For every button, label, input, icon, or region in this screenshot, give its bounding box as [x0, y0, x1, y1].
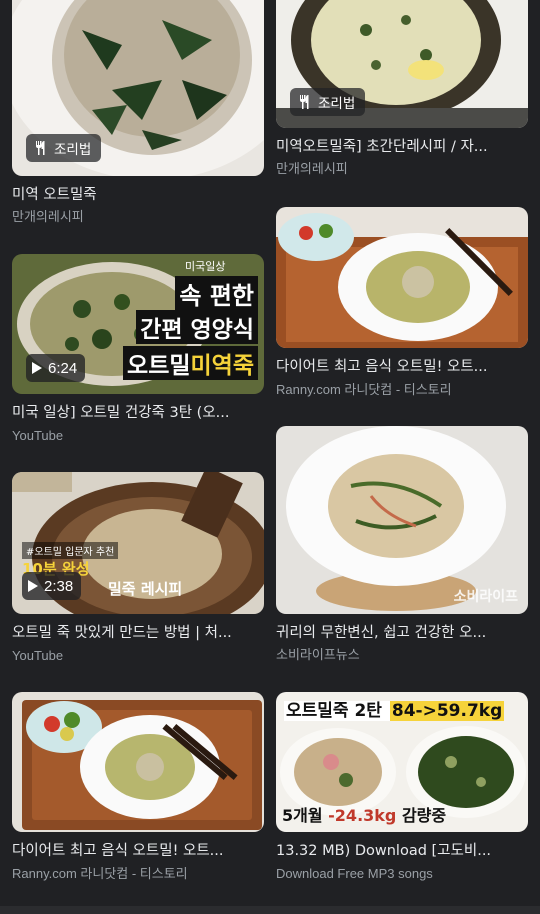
result-card[interactable]: 다이어트 최고 음식 오트밀! 오트... Ranny.com 라니닷컴 - 티… [12, 692, 264, 882]
result-card[interactable]: 조리법 미역오트밀죽] 초간단레시피 / 자... 만개의레시피 [276, 0, 528, 178]
thumbnail-overlay-text: 오트밀미역죽 [123, 346, 258, 380]
result-title[interactable]: 오트밀 죽 맛있게 만드는 방법 | 처... [12, 624, 252, 643]
play-icon [28, 580, 38, 592]
result-card[interactable]: 다이어트 최고 음식 오트밀! 오트... Ranny.com 라니닷컴 - 티… [276, 207, 528, 398]
thumbnail-overlay-text: 간편 영양식 [136, 310, 258, 344]
video-duration-badge: 6:24 [26, 354, 86, 382]
thumbnail-overlay-text: -24.3kg [328, 806, 397, 825]
result-source: YouTube [12, 648, 64, 663]
thumbnail-overlay-text: 오트밀죽 2탄 [284, 701, 390, 721]
fork-knife-icon [34, 140, 48, 156]
thumbnail-overlay-text: 84->59.7kg [389, 701, 505, 721]
result-card[interactable]: 조리법 미역 오트밀죽 만개의레시피 [12, 0, 264, 226]
result-source: Ranny.com 라니닷컴 - 티스토리 [12, 866, 188, 881]
result-card[interactable]: 소비라이프 귀리의 무한변신, 쉽고 건강한 오... 소비라이프뉴스 [276, 426, 528, 664]
recipe-badge-label: 조리법 [318, 96, 356, 112]
result-card[interactable]: 오트밀죽 2탄 84->59.7kg 5개월 -24.3kg 감량중 13.32… [276, 692, 528, 882]
bottom-divider [0, 906, 540, 914]
thumbnail-watermark: 소비라이프 [453, 589, 518, 605]
thumbnail-overlay-text: 밀죽 레시피 [108, 580, 183, 598]
result-title[interactable]: 미역 오트밀죽 [12, 186, 252, 205]
result-thumbnail[interactable] [12, 692, 264, 832]
result-source: 소비라이프뉴스 [276, 648, 360, 663]
thumbnail-overlay-headline: 오트밀죽 2탄 84->59.7kg [284, 696, 505, 721]
play-icon [32, 362, 42, 374]
result-source: YouTube [12, 428, 64, 443]
result-source: Ranny.com 라니닷컴 - 티스토리 [276, 382, 452, 397]
result-title[interactable]: 다이어트 최고 음식 오트밀! 오트... [12, 842, 252, 861]
recipe-badge: 조리법 [26, 134, 102, 162]
result-title[interactable]: 미국 일상] 오트밀 건강죽 3탄 (오... [12, 404, 252, 423]
result-thumbnail[interactable] [276, 207, 528, 348]
result-thumbnail[interactable]: 조리법 [12, 0, 264, 176]
result-title[interactable]: 13.32 MB) Download [고도비... [276, 842, 516, 861]
thumbnail-overlay-text: 감량중 [396, 806, 447, 825]
thumbnail-overlay-text: 5개월 [282, 806, 329, 825]
thumbnail-overlay-tag: #오트밀 입문자 추천 [22, 542, 119, 559]
thumbnail-overlay-text: 속 편한 [175, 276, 258, 311]
thumbnail-image [276, 207, 528, 348]
result-thumbnail[interactable]: #오트밀 입문자 추천 10분 완성 밀죽 레시피 2:38 [12, 472, 264, 614]
thumbnail-overlay-flag: 미국일상 [185, 260, 226, 273]
video-duration: 2:38 [44, 577, 74, 595]
result-thumbnail[interactable]: 소비라이프 [276, 426, 528, 614]
video-duration: 6:24 [48, 359, 78, 377]
result-thumbnail[interactable]: 오트밀죽 2탄 84->59.7kg 5개월 -24.3kg 감량중 [276, 692, 528, 832]
fork-knife-icon [298, 94, 312, 110]
video-duration-badge: 2:38 [22, 572, 82, 600]
result-card[interactable]: #오트밀 입문자 추천 10분 완성 밀죽 레시피 2:38 오트밀 죽 맛있게… [12, 472, 264, 664]
result-source: Download Free MP3 songs [276, 866, 433, 881]
thumbnail-image [12, 692, 264, 832]
result-title[interactable]: 다이어트 최고 음식 오트밀! 오트... [276, 358, 516, 377]
thumbnail-overlay-footer: 5개월 -24.3kg 감량중 [282, 802, 446, 826]
result-thumbnail[interactable]: 조리법 [276, 0, 528, 128]
result-thumbnail[interactable]: 미국일상 속 편한 간편 영양식 오트밀미역죽 6:24 [12, 254, 264, 394]
thumbnail-overlay-text: 오트밀 [127, 353, 191, 379]
result-card[interactable]: 미국일상 속 편한 간편 영양식 오트밀미역죽 6:24 미국 일상] 오트밀 … [12, 254, 264, 444]
result-title[interactable]: 미역오트밀죽] 초간단레시피 / 자... [276, 138, 516, 157]
thumbnail-overlay-text: 미역죽 [190, 353, 254, 379]
result-title[interactable]: 귀리의 무한변신, 쉽고 건강한 오... [276, 624, 516, 643]
result-source: 만개의레시피 [12, 210, 84, 225]
result-source: 만개의레시피 [276, 162, 348, 177]
recipe-badge: 조리법 [290, 88, 366, 116]
recipe-badge-label: 조리법 [54, 142, 92, 158]
